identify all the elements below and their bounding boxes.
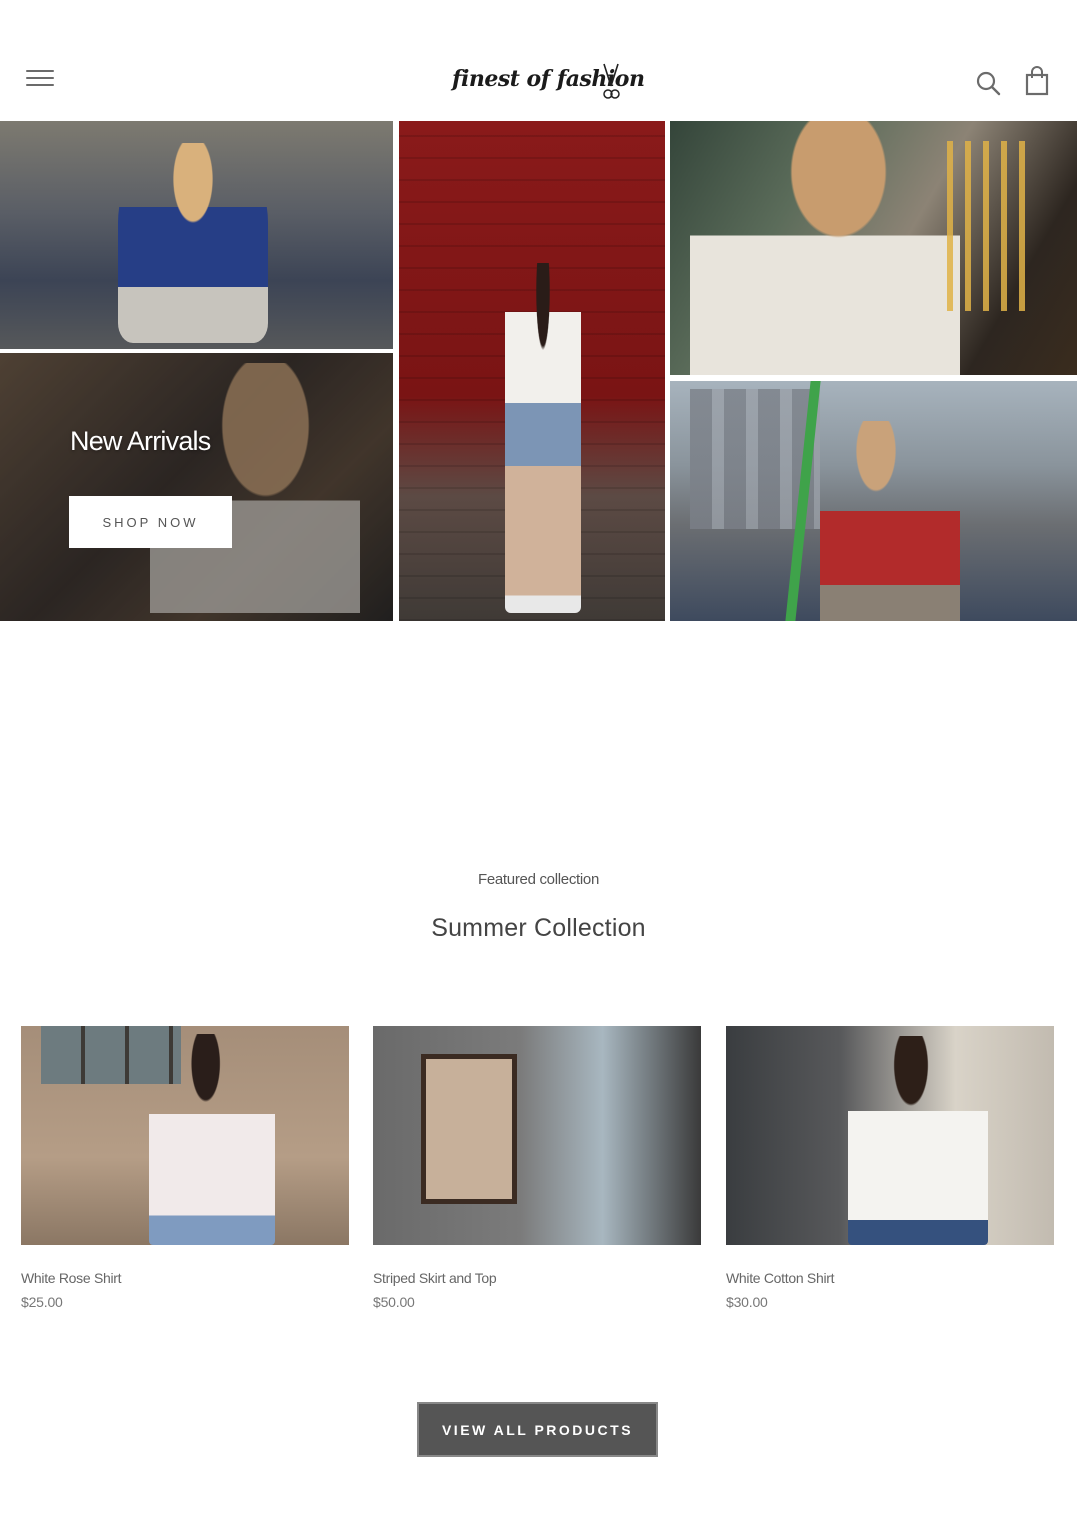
product-card-white-rose-shirt[interactable]: White Rose Shirt $25.00	[21, 1026, 349, 1310]
product-image[interactable]	[21, 1026, 349, 1245]
view-all-products-button[interactable]: VIEW ALL PRODUCTS	[417, 1402, 658, 1457]
hero-image-girl-pointing	[670, 381, 1077, 621]
hero-image-girl-on-ride	[0, 121, 393, 349]
search-icon[interactable]	[975, 70, 1001, 96]
product-name[interactable]: White Rose Shirt	[21, 1270, 349, 1286]
hamburger-menu-icon[interactable]	[26, 70, 54, 92]
hero-image-red-wall	[399, 121, 665, 621]
product-name[interactable]: White Cotton Shirt	[726, 1270, 1054, 1286]
product-price: $25.00	[21, 1294, 63, 1310]
product-image[interactable]	[726, 1026, 1054, 1245]
shop-now-button[interactable]: SHOP NOW	[69, 496, 232, 548]
hero-title: New Arrivals	[70, 426, 211, 456]
featured-subtitle: Featured collection	[477, 871, 600, 888]
hero-image-man-portrait	[670, 121, 1077, 375]
featured-title[interactable]: Summer Collection	[0, 914, 1077, 943]
product-price: $50.00	[373, 1294, 415, 1310]
hero-image-couple-hug	[0, 353, 393, 621]
scissors-icon	[603, 63, 620, 99]
site-header: finest of fashion	[0, 0, 1077, 121]
product-name[interactable]: Striped Skirt and Top	[373, 1270, 701, 1286]
shopping-bag-icon[interactable]	[1024, 66, 1050, 96]
hero-collage: New Arrivals SHOP NOW	[0, 121, 1077, 621]
product-image[interactable]	[373, 1026, 701, 1245]
product-card-white-cotton-shirt[interactable]: White Cotton Shirt $30.00	[726, 1026, 1054, 1310]
product-card-striped-skirt-and-top[interactable]: Striped Skirt and Top $50.00	[373, 1026, 701, 1310]
logo[interactable]: finest of fashion	[452, 58, 645, 104]
product-price: $30.00	[726, 1294, 768, 1310]
